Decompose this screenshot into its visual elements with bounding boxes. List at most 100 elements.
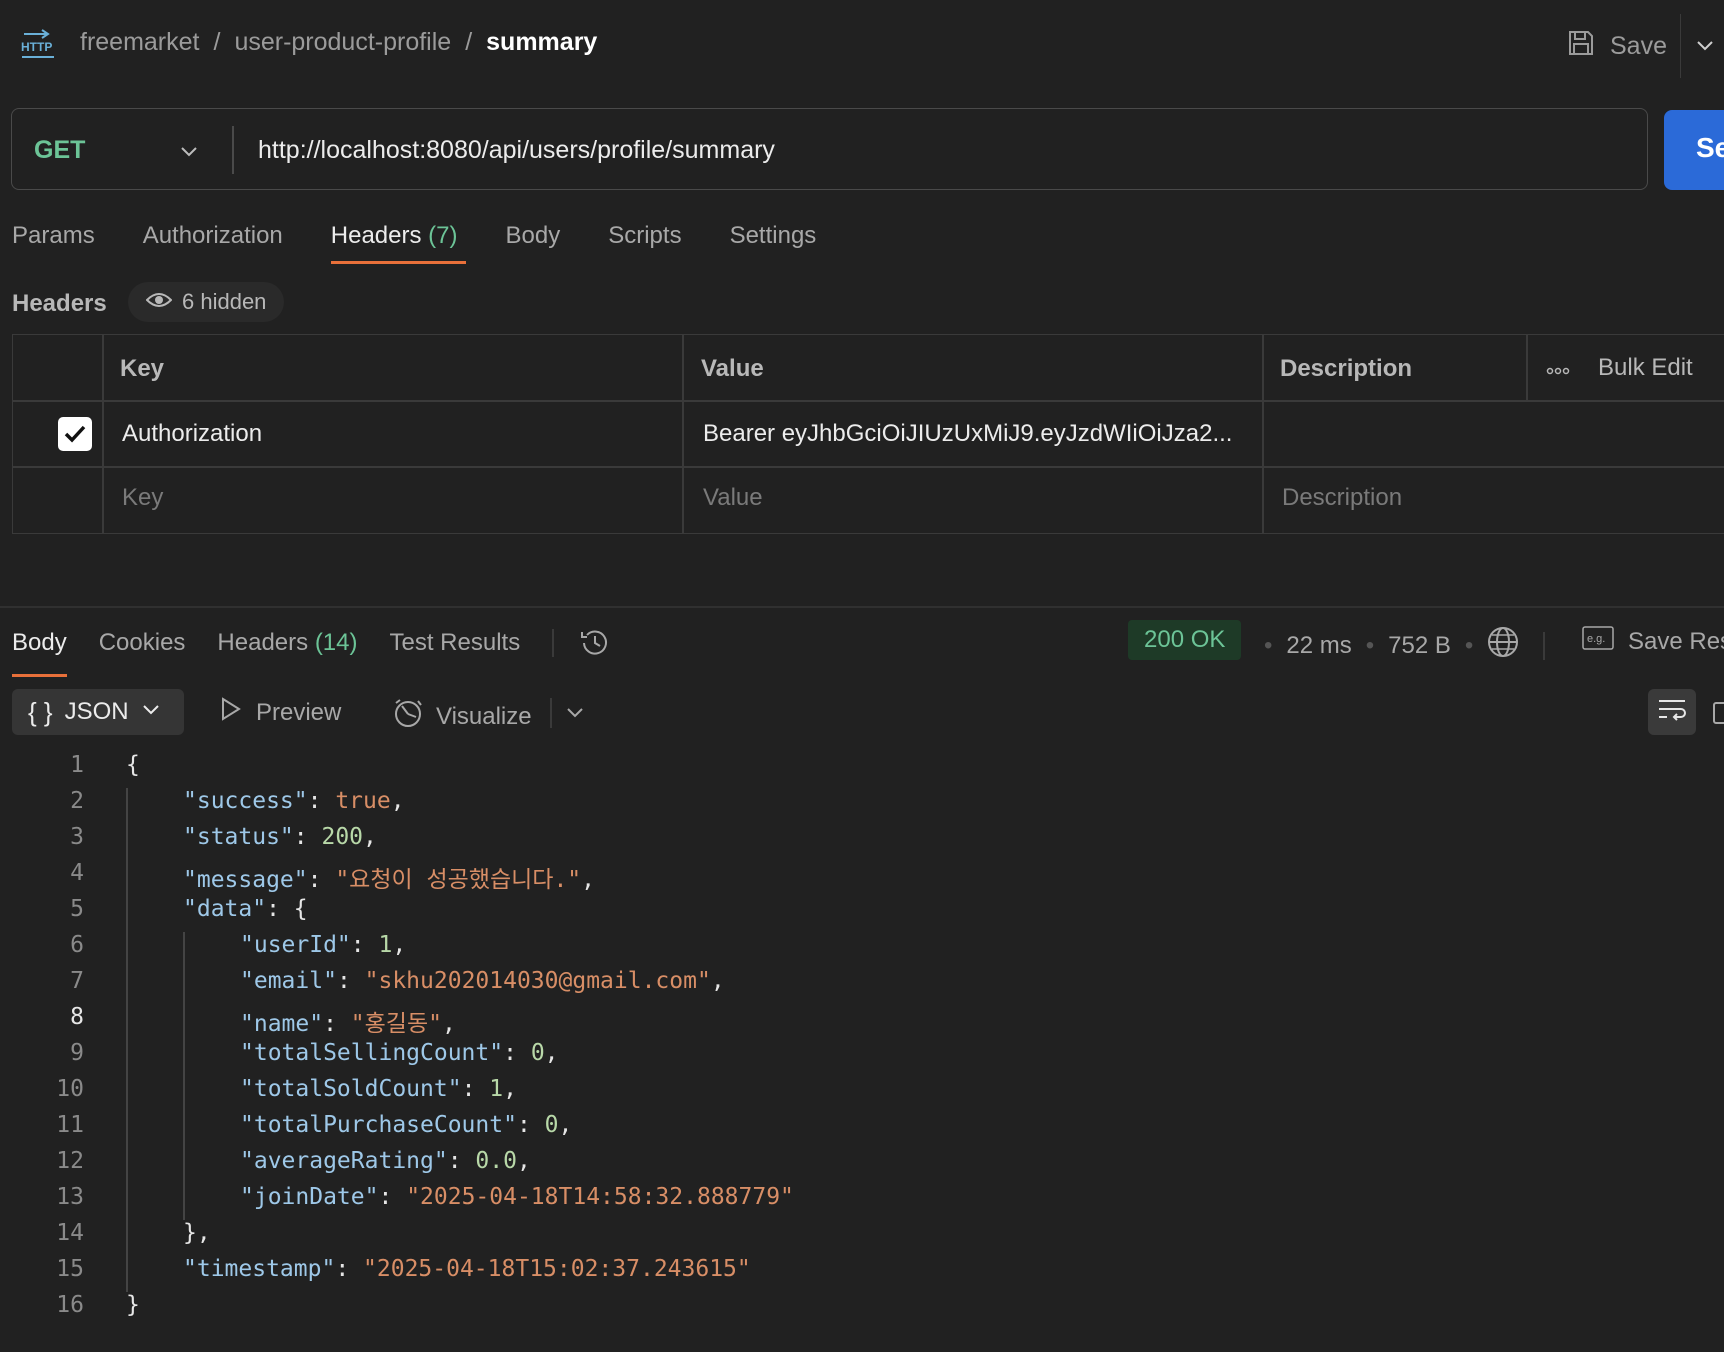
play-icon [220,697,242,728]
tab-label: Headers [217,629,309,656]
code-content: "totalSellingCount": 0, [240,1040,559,1066]
line-number: 3 [70,824,84,850]
divider [550,698,552,728]
divider [102,334,104,534]
tab-body[interactable]: Body [506,222,561,264]
preview-button[interactable]: Preview [220,697,341,728]
breadcrumb: freemarket / user-product-profile / summ… [80,28,597,57]
tab-response-body[interactable]: Body [12,629,67,677]
example-icon: e.g. [1582,626,1614,657]
visualize-icon [392,697,424,736]
divider [1526,334,1528,400]
hidden-count: 6 hidden [182,289,267,314]
chevron-down-icon[interactable] [564,701,586,723]
copy-icon[interactable] [1712,697,1724,727]
code-content: "timestamp": "2025-04-18T15:02:37.243615… [183,1256,751,1282]
tab-scripts[interactable]: Scripts [608,222,681,264]
code-content: "status": 200, [183,824,377,850]
divider [1680,14,1681,78]
breadcrumb-item[interactable]: freemarket [80,28,199,57]
line-number: 2 [70,788,84,814]
preview-label: Preview [256,698,342,726]
http-icon: HTTP [20,28,58,62]
visualize-button[interactable]: Visualize [392,697,532,736]
tab-response-headers[interactable]: Headers (14) [217,629,357,677]
line-number: 12 [56,1148,84,1174]
tab-test-results[interactable]: Test Results [390,629,521,677]
line-number: 13 [56,1184,84,1210]
tab-authorization[interactable]: Authorization [143,222,283,264]
bulk-edit-button[interactable]: Bulk Edit [1598,354,1693,382]
line-number: 1 [70,752,84,778]
tab-cookies[interactable]: Cookies [99,629,186,677]
tab-count: (14) [314,629,358,656]
line-number: 11 [56,1112,84,1138]
header-key-cell[interactable]: Authorization [122,420,262,448]
indent-guide [126,788,128,1292]
response-meta: • 22 ms • 752 B • [1264,626,1545,665]
column-header-description: Description [1280,355,1413,382]
code-content: "averageRating": 0.0, [240,1148,531,1174]
url-input[interactable]: http://localhost:8080/api/users/profile/… [258,136,775,165]
divider [682,334,684,534]
column-header-key: Key [120,355,165,382]
code-content: } [126,1292,140,1318]
tab-settings[interactable]: Settings [730,222,817,264]
send-button[interactable]: Se [1664,110,1724,190]
line-number: 16 [56,1292,84,1318]
code-content: }, [183,1220,211,1246]
url-bar [11,108,1648,190]
code-content: "name": "홍길동", [240,1011,456,1037]
tab-params[interactable]: Params [12,222,95,264]
method-select[interactable]: GET [34,136,85,165]
format-select[interactable]: { } JSON [12,689,184,735]
save-button[interactable]: Save [1566,28,1667,65]
globe-icon[interactable] [1487,626,1519,665]
save-response-label: Save Res [1628,627,1724,655]
response-size[interactable]: 752 B [1388,632,1451,660]
chevron-down-icon[interactable] [1694,34,1716,56]
tab-headers[interactable]: Headers (7) [330,222,466,264]
divider [1543,631,1545,660]
divider [552,629,554,657]
history-icon[interactable] [578,626,612,660]
divider [12,466,1724,468]
braces-icon: { } [28,696,53,727]
column-header-value: Value [701,355,764,382]
wrap-lines-icon [1657,697,1687,728]
breadcrumb-separator: / [465,28,473,56]
status-badge[interactable]: 200 OK [1128,620,1242,660]
hidden-headers-toggle[interactable]: 6 hidden [128,282,285,322]
chevron-down-icon [141,698,161,726]
more-options-icon[interactable] [1546,354,1570,382]
wrap-lines-button[interactable] [1648,689,1696,735]
new-description-input[interactable]: Description [1282,484,1402,512]
response-time[interactable]: 22 ms [1286,632,1351,660]
header-enabled-checkbox[interactable] [58,417,92,451]
line-number: 9 [70,1040,84,1066]
tab-count: (7) [428,222,458,249]
request-tabs: Params Authorization Headers (7) Body Sc… [12,222,864,264]
new-value-input[interactable]: Value [703,484,763,512]
save-response-button[interactable]: e.g. Save Res [1582,626,1724,657]
header-value-cell[interactable]: Bearer eyJhbGciOiJIUzUxMiJ9.eyJzdWIiOiJz… [703,420,1232,448]
breadcrumb-separator: / [213,28,221,56]
format-label: JSON [64,698,129,725]
breadcrumb-item[interactable]: user-product-profile [234,28,451,57]
tab-label: Headers [330,222,422,249]
line-number: 14 [56,1220,84,1246]
svg-text:e.g.: e.g. [1587,633,1605,645]
visualize-label: Visualize [436,702,532,730]
chevron-down-icon[interactable] [178,140,200,162]
new-key-input[interactable]: Key [122,484,163,512]
page-title[interactable]: summary [486,28,597,57]
code-content: "joinDate": "2025-04-18T14:58:32.888779" [240,1184,794,1210]
divider [232,126,234,174]
bulk-edit-group: Bulk Edit [1546,354,1693,382]
divider [12,400,1724,402]
response-tabs: Body Cookies Headers (14) Test Results [12,626,612,680]
code-content: "userId": 1, [240,932,407,958]
eye-icon [145,289,173,315]
line-number: 5 [70,896,84,922]
svg-text:HTTP: HTTP [21,40,52,54]
